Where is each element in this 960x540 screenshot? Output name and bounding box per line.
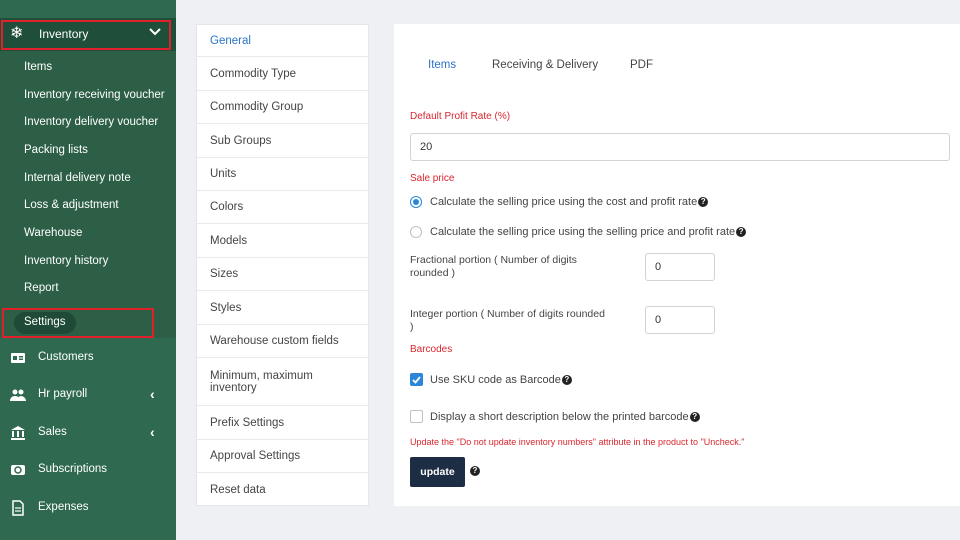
sidebar-item-hr-payroll[interactable]: Hr payroll ‹ [0, 377, 176, 413]
settings-submenu: General Commodity Type Commodity Group S… [196, 24, 370, 506]
chevron-left-icon: ‹ [150, 386, 155, 402]
sidebar-item-customers[interactable]: Customers [0, 340, 176, 376]
submenu-item-models[interactable]: Models [197, 224, 370, 258]
radio-selling-profit-label: Calculate the selling price using the se… [430, 226, 747, 238]
chevron-left-icon: ‹ [150, 424, 155, 440]
integer-portion-label: Integer portion ( Number of digits round… [410, 308, 605, 333]
sidebar-item-expenses[interactable]: Expenses [0, 490, 176, 526]
submenu-item-approval-settings[interactable]: Approval Settings [197, 440, 370, 473]
sidebar-item-subscriptions[interactable]: Subscriptions [0, 452, 176, 488]
submenu-item-warehouse-custom-fields[interactable]: Warehouse custom fields [197, 325, 370, 358]
tab-pdf[interactable]: PDF [630, 59, 653, 71]
highlight-box [2, 308, 154, 338]
bank-icon [11, 426, 25, 440]
short-description-checkbox[interactable] [410, 410, 423, 423]
sidebar-item-sales[interactable]: Sales ‹ [0, 415, 176, 451]
submenu-item-min-max-inventory[interactable]: Minimum, maximum inventory [197, 358, 370, 406]
submenu-item-sub-groups[interactable]: Sub Groups [197, 124, 370, 158]
fractional-portion-label: Fractional portion ( Number of digits rou… [410, 254, 577, 279]
check-icon [412, 376, 421, 384]
submenu-item-prefix-settings[interactable]: Prefix Settings [197, 406, 370, 440]
submenu-item-commodity-group[interactable]: Commodity Group [197, 91, 370, 124]
radio-cost-profit[interactable] [410, 196, 422, 208]
integer-portion-input[interactable]: 0 [645, 306, 715, 334]
sidebar-subitem-internal-delivery[interactable]: Internal delivery note [24, 172, 131, 184]
help-icon[interactable]: ? [470, 466, 480, 476]
sidebar-subitem-items[interactable]: Items [24, 61, 52, 73]
submenu-item-reset-data[interactable]: Reset data [197, 473, 370, 506]
sidebar-subitem-report[interactable]: Report [24, 282, 59, 294]
profit-rate-input[interactable]: 20 [410, 133, 950, 161]
submenu-item-general[interactable]: General [197, 25, 370, 57]
fractional-portion-input[interactable]: 0 [645, 253, 715, 281]
update-note: Update the "Do not update inventory numb… [410, 437, 745, 447]
help-icon[interactable]: ? [698, 197, 709, 208]
short-description-label: Display a short description below the pr… [430, 411, 700, 423]
submenu-item-sizes[interactable]: Sizes [197, 258, 370, 291]
help-icon[interactable]: ? [561, 375, 572, 386]
sidebar-subitem-inventory-history[interactable]: Inventory history [24, 255, 108, 267]
sidebar-subitem-packing-lists[interactable]: Packing lists [24, 144, 88, 156]
sidebar-item-label: Hr payroll [38, 388, 88, 400]
tab-receiving-delivery[interactable]: Receiving & Delivery [492, 59, 598, 71]
highlight-box [1, 20, 171, 50]
profit-rate-label: Default Profit Rate (%) [410, 111, 511, 122]
help-icon[interactable]: ? [736, 227, 747, 238]
general-settings-panel: Items Receiving & Delivery PDF Default P… [394, 24, 960, 506]
submenu-item-units[interactable]: Units [197, 158, 370, 191]
users-icon [10, 389, 26, 401]
sidebar: ❄ Inventory Items Inventory receiving vo… [0, 0, 176, 540]
tab-items[interactable]: Items [428, 59, 456, 71]
sidebar-item-label: Sales [38, 426, 67, 438]
id-card-icon [11, 353, 25, 363]
radio-selling-profit[interactable] [410, 226, 422, 238]
sidebar-subitem-delivery-voucher[interactable]: Inventory delivery voucher [24, 116, 158, 128]
sidebar-item-label: Expenses [38, 501, 89, 513]
update-button[interactable]: update [410, 457, 465, 487]
sidebar-item-label: Subscriptions [38, 463, 108, 475]
sidebar-item-label: Customers [38, 351, 94, 363]
file-icon [12, 500, 24, 516]
sidebar-subitem-loss-adjustment[interactable]: Loss & adjustment [24, 199, 119, 211]
submenu-item-colors[interactable]: Colors [197, 191, 370, 224]
submenu-item-styles[interactable]: Styles [197, 291, 370, 325]
sku-barcode-checkbox[interactable] [410, 373, 423, 386]
sku-barcode-label: Use SKU code as Barcode? [430, 374, 572, 386]
radio-cost-profit-label: Calculate the selling price using the co… [430, 196, 709, 208]
sidebar-subitem-receiving-voucher[interactable]: Inventory receiving voucher [24, 89, 165, 101]
submenu-item-commodity-type[interactable]: Commodity Type [197, 57, 370, 91]
refresh-icon [11, 465, 25, 475]
sale-price-label: Sale price [410, 173, 455, 184]
barcodes-label: Barcodes [410, 344, 453, 355]
help-icon[interactable]: ? [689, 412, 700, 423]
sidebar-subitem-warehouse[interactable]: Warehouse [24, 227, 82, 239]
